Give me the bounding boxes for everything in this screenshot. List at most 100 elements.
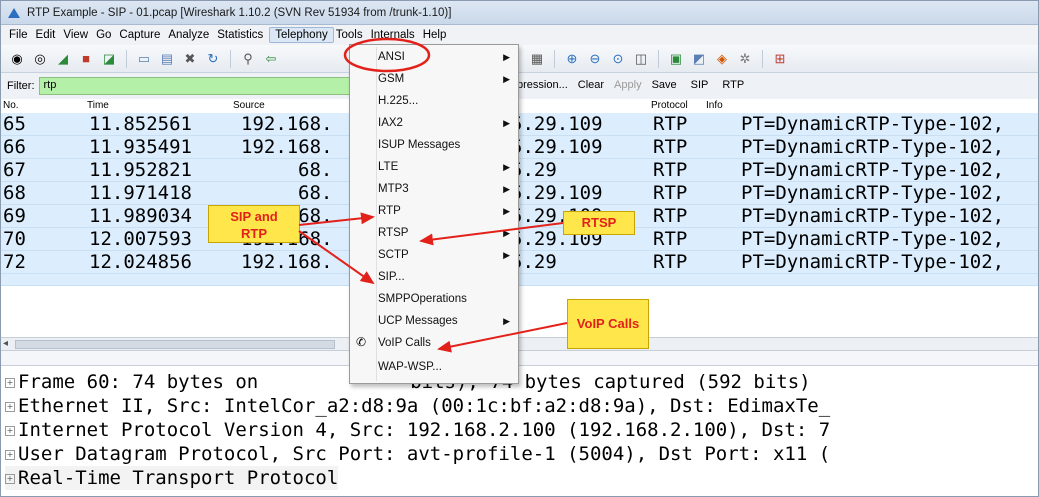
resize-columns-icon[interactable]: ◫ <box>631 49 651 69</box>
preferences-icon[interactable]: ✲ <box>735 49 755 69</box>
scroll-left-icon[interactable]: ◂ <box>3 338 8 349</box>
phone-icon: ✆ <box>356 335 367 349</box>
table-row[interactable]: 69 11.989034 192.168. 5.29.109 RTP PT=Dy… <box>1 205 1038 228</box>
menu-item-iax2[interactable]: IAX2 ▶ <box>378 113 518 133</box>
start-capture-icon[interactable]: ◉ <box>7 49 27 69</box>
table-row[interactable]: 66 11.935491 192.168. 5.29.109 RTP PT=Dy… <box>1 136 1038 159</box>
menu-view[interactable]: View <box>61 29 94 41</box>
expand-icon[interactable]: + <box>5 425 15 436</box>
table-row[interactable]: 67 11.952821 68. 5.29 RTP PT=DynamicRTP-… <box>1 159 1038 182</box>
menu-capture[interactable]: Capture <box>117 29 166 41</box>
menu-edit[interactable]: Edit <box>34 29 62 41</box>
menu-file[interactable]: File <box>7 29 34 41</box>
menu-item-sctp[interactable]: SCTP ▶ <box>378 245 518 265</box>
toolbar-separator <box>762 49 763 68</box>
go-to-last-icon[interactable]: ▦ <box>527 49 547 69</box>
open-file-icon[interactable]: ▭ <box>134 49 154 69</box>
menu-item-wap-wsp[interactable]: WAP-WSP... <box>378 357 518 377</box>
save-file-icon[interactable]: ▤ <box>157 49 177 69</box>
menu-item-voip-calls[interactable]: VoIP Calls <box>378 333 518 353</box>
column-source[interactable]: Source <box>233 100 265 111</box>
detail-ethernet[interactable]: + Ethernet II, Src: IntelCor_a2:d8:9a (00… <box>5 394 830 418</box>
display-filters-icon[interactable]: ◩ <box>689 49 709 69</box>
stop-capture-icon[interactable]: ■ <box>76 49 96 69</box>
detail-rtp[interactable]: + Real-Time Transport Protocol <box>5 466 339 490</box>
menu-go[interactable]: Go <box>94 29 117 41</box>
cell-protocol: RTP <box>653 251 688 273</box>
packet-list-scrollbar[interactable]: ◂ <box>1 337 1038 351</box>
menu-item-rtsp[interactable]: RTSP ▶ <box>378 223 518 243</box>
expand-icon[interactable]: + <box>5 377 15 388</box>
expand-icon[interactable]: + <box>5 449 15 460</box>
find-icon[interactable]: ⚲ <box>238 49 258 69</box>
zoom-in-icon[interactable]: ⊕ <box>562 49 582 69</box>
submenu-arrow-icon: ▶ <box>503 206 510 216</box>
table-row-partial[interactable] <box>1 274 1038 286</box>
submenu-arrow-icon: ▶ <box>503 74 510 84</box>
column-protocol[interactable]: Protocol <box>651 100 688 111</box>
menu-item-ucp[interactable]: UCP Messages ▶ <box>378 311 518 331</box>
menu-analyze[interactable]: Analyze <box>166 29 215 41</box>
detail-udp[interactable]: + User Datagram Protocol, Src Port: avt-p… <box>5 442 830 466</box>
cell-destination: 5.29.109 <box>511 182 603 204</box>
filter-input[interactable]: rtp <box>38 77 369 95</box>
save-button[interactable]: Save <box>652 79 677 91</box>
cell-time: 11.952821 <box>89 159 192 181</box>
toolbar-separator <box>554 49 555 68</box>
reload-icon[interactable]: ↻ <box>203 49 223 69</box>
restart-icon[interactable]: ◪ <box>99 49 119 69</box>
shark-fin-icon[interactable]: ◢ <box>53 49 73 69</box>
menu-item-h225[interactable]: H.225... <box>378 91 518 111</box>
expression-button[interactable]: pression... <box>517 79 568 91</box>
menu-item-mtp3[interactable]: MTP3 ▶ <box>378 179 518 199</box>
apply-button[interactable]: Apply <box>614 79 642 91</box>
cell-protocol: RTP <box>653 159 688 181</box>
table-row[interactable]: 70 12.007593 192.168. 5.29.109 RTP PT=Dy… <box>1 228 1038 251</box>
expand-icon[interactable]: + <box>5 401 15 412</box>
clear-button[interactable]: Clear <box>578 79 604 91</box>
menu-item-smpp[interactable]: SMPPOperations <box>378 289 518 309</box>
sip-filter-button[interactable]: SIP <box>691 79 709 91</box>
column-no[interactable]: No. <box>3 100 19 111</box>
capture-options-icon[interactable]: ◎ <box>30 49 50 69</box>
zoom-normal-icon[interactable]: ⊙ <box>608 49 628 69</box>
menu-item-isup[interactable]: ISUP Messages <box>378 135 518 155</box>
cell-no: 68 <box>3 182 26 204</box>
table-row[interactable]: 68 11.971418 68. 5.29.109 RTP PT=Dynamic… <box>1 182 1038 205</box>
zoom-out-icon[interactable]: ⊖ <box>585 49 605 69</box>
menu-item-lte[interactable]: LTE ▶ <box>378 157 518 177</box>
cell-protocol: RTP <box>653 182 688 204</box>
menu-telephony[interactable]: Telephony <box>269 27 334 43</box>
cell-time: 12.024856 <box>89 251 192 273</box>
scrollbar-thumb[interactable] <box>15 340 335 349</box>
filter-actions: pression... Clear Apply Save SIP RTP <box>517 79 744 91</box>
callout-sip-rtp: SIP and RTP <box>208 205 300 243</box>
menu-item-ansi[interactable]: ANSI ▶ <box>378 47 518 67</box>
expand-icon[interactable]: + <box>5 473 15 484</box>
toolbar-separator <box>126 49 127 68</box>
table-row[interactable]: 72 12.024856 192.168. 5.29 RTP PT=Dynami… <box>1 251 1038 274</box>
window-title: RTP Example - SIP - 01.pcap [Wireshark 1… <box>27 6 452 19</box>
column-time[interactable]: Time <box>87 100 109 111</box>
menu-item-gsm[interactable]: GSM ▶ <box>378 69 518 89</box>
rtp-filter-button[interactable]: RTP <box>722 79 744 91</box>
detail-ip[interactable]: + Internet Protocol Version 4, Src: 192.1… <box>5 418 830 442</box>
menu-help[interactable]: Help <box>421 29 453 41</box>
menu-statistics[interactable]: Statistics <box>215 29 269 41</box>
menu-item-sip[interactable]: SIP... <box>378 267 518 287</box>
menu-internals[interactable]: Internals <box>369 29 421 41</box>
help-icon[interactable]: ⊞ <box>770 49 790 69</box>
cell-time: 11.935491 <box>89 136 192 158</box>
cell-no: 72 <box>3 251 26 273</box>
toolbar-separator <box>658 49 659 68</box>
table-row[interactable]: 65 11.852561 192.168. 5.29.109 RTP PT=Dy… <box>1 113 1038 136</box>
column-info[interactable]: Info <box>706 100 723 111</box>
menu-tools[interactable]: Tools <box>334 29 369 41</box>
back-icon[interactable]: ⇦ <box>261 49 281 69</box>
cell-no: 67 <box>3 159 26 181</box>
coloring-rules-icon[interactable]: ◈ <box>712 49 732 69</box>
close-file-icon[interactable]: ✖ <box>180 49 200 69</box>
capture-filters-icon[interactable]: ▣ <box>666 49 686 69</box>
menu-item-rtp[interactable]: RTP ▶ <box>378 201 518 221</box>
cell-protocol: RTP <box>653 136 688 158</box>
